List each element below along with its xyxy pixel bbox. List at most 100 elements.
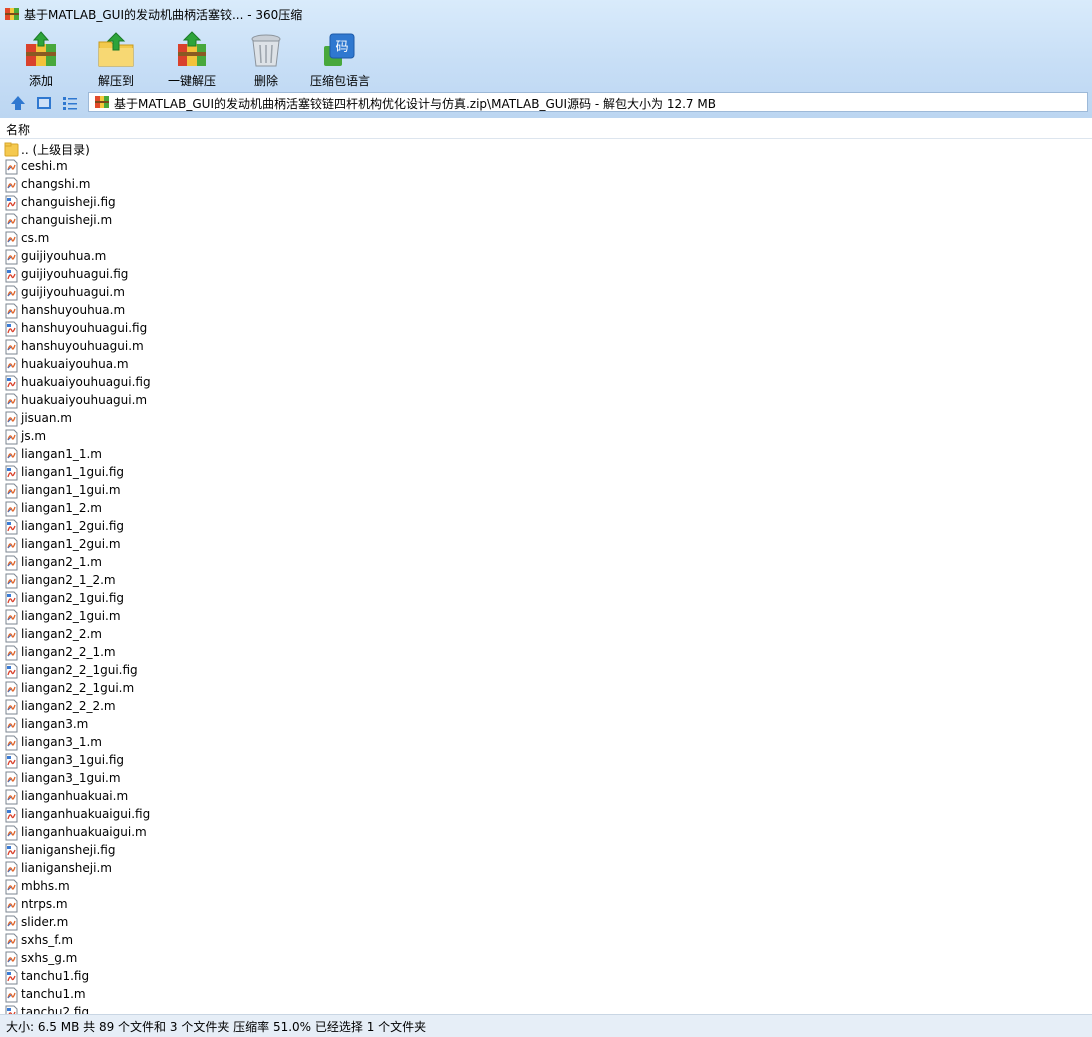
file-row[interactable]: cs.m <box>0 230 1092 248</box>
one-click-extract-button[interactable]: 一键解压 <box>164 30 220 88</box>
file-row[interactable]: liangan1_2gui.m <box>0 536 1092 554</box>
file-row[interactable]: liangan2_2_1gui.m <box>0 680 1092 698</box>
file-row[interactable]: tanchu1.m <box>0 986 1092 1004</box>
file-row[interactable]: guijiyouhua.m <box>0 248 1092 266</box>
m-file-icon <box>5 285 18 301</box>
file-row[interactable]: liangan2_2_1.m <box>0 644 1092 662</box>
extract-to-label: 解压到 <box>97 74 134 88</box>
file-row[interactable]: huakuaiyouhuagui.m <box>0 392 1092 410</box>
file-row[interactable]: liangan3_1gui.fig <box>0 752 1092 770</box>
file-name: hanshuyouhuagui.fig <box>21 321 148 335</box>
add-button[interactable]: 添加 <box>19 30 63 88</box>
file-row[interactable]: hanshuyouhuagui.m <box>0 338 1092 356</box>
file-row[interactable]: jisuan.m <box>0 410 1092 428</box>
file-row[interactable]: js.m <box>0 428 1092 446</box>
file-row[interactable]: lianganhuakuai.m <box>0 788 1092 806</box>
file-name: sxhs_f.m <box>21 933 74 947</box>
file-name: hanshuyouhuagui.m <box>21 339 144 353</box>
file-row[interactable]: lianigansheji.m <box>0 860 1092 878</box>
m-file-icon <box>5 573 18 589</box>
file-row[interactable]: changuisheji.m <box>0 212 1092 230</box>
fig-file-icon <box>5 663 18 679</box>
add-label: 添加 <box>28 74 53 88</box>
file-row[interactable]: changuisheji.fig <box>0 194 1092 212</box>
file-row[interactable]: liangan1_2.m <box>0 500 1092 518</box>
m-file-icon <box>5 897 18 913</box>
archive-language-label: 压缩包语言 <box>309 74 370 88</box>
file-name: .. (上级目录) <box>21 143 90 157</box>
m-file-icon <box>5 627 18 643</box>
fig-file-icon <box>5 375 18 391</box>
file-row[interactable]: liangan2_1.m <box>0 554 1092 572</box>
m-file-icon <box>5 771 18 787</box>
m-file-icon <box>5 879 18 895</box>
file-row[interactable]: changshi.m <box>0 176 1092 194</box>
window-chrome: 基于MATLAB_GUI的发动机曲柄活塞铰... - 360压缩 添加 解压到 <box>0 0 1092 119</box>
fig-file-icon <box>5 591 18 607</box>
file-row[interactable]: tanchu2.fig <box>0 1004 1092 1014</box>
file-name: jisuan.m <box>21 411 72 425</box>
file-row[interactable]: sxhs_f.m <box>0 932 1092 950</box>
file-name: tanchu2.fig <box>21 1005 90 1014</box>
file-row[interactable]: ceshi.m <box>0 158 1092 176</box>
file-row[interactable]: guijiyouhuagui.m <box>0 284 1092 302</box>
file-name: liangan1_1gui.fig <box>21 465 125 479</box>
file-name: lianganhuakuaigui.m <box>21 825 147 839</box>
path-bar[interactable]: 基于MATLAB_GUI的发动机曲柄活塞铰链四杆机构优化设计与仿真.zip\MA… <box>88 92 1088 112</box>
delete-button[interactable]: 删除 <box>242 30 290 88</box>
one-click-extract-label: 一键解压 <box>167 74 216 88</box>
list-view-icon[interactable] <box>60 93 80 113</box>
m-file-icon <box>5 681 18 697</box>
m-file-icon <box>5 555 18 571</box>
file-row[interactable]: liangan2_1gui.fig <box>0 590 1092 608</box>
file-row[interactable]: lianganhuakuaigui.m <box>0 824 1092 842</box>
file-name: liangan2_2.m <box>21 627 102 641</box>
file-row[interactable]: sxhs_g.m <box>0 950 1092 968</box>
status-text: 大小: 6.5 MB 共 89 个文件和 3 个文件夹 压缩率 51.0% 已经… <box>6 1020 427 1034</box>
m-file-icon <box>5 915 18 931</box>
file-row[interactable]: slider.m <box>0 914 1092 932</box>
extract-to-button[interactable]: 解压到 <box>92 30 140 88</box>
m-file-icon <box>5 825 18 841</box>
file-name: tanchu1.fig <box>21 969 90 983</box>
file-name: slider.m <box>21 915 69 929</box>
file-row[interactable]: liangan3_1.m <box>0 734 1092 752</box>
m-file-icon <box>5 429 18 445</box>
parent-directory-row[interactable]: .. (上级目录) <box>0 140 1092 158</box>
file-row[interactable]: liangan1_1.m <box>0 446 1092 464</box>
file-row[interactable]: liangan3_1gui.m <box>0 770 1092 788</box>
file-row[interactable]: huakuaiyouhuagui.fig <box>0 374 1092 392</box>
file-row[interactable]: liangan1_2gui.fig <box>0 518 1092 536</box>
file-row[interactable]: liangan2_1_2.m <box>0 572 1092 590</box>
file-row[interactable]: hanshuyouhuagui.fig <box>0 320 1092 338</box>
file-row[interactable]: lianganhuakuaigui.fig <box>0 806 1092 824</box>
file-row[interactable]: guijiyouhuagui.fig <box>0 266 1092 284</box>
m-file-icon <box>5 987 18 1003</box>
file-row[interactable]: liangan2_1gui.m <box>0 608 1092 626</box>
up-arrow-icon[interactable] <box>8 93 28 113</box>
file-row[interactable]: liangan3.m <box>0 716 1092 734</box>
file-name: js.m <box>21 429 47 443</box>
file-row[interactable]: mbhs.m <box>0 878 1092 896</box>
file-row[interactable]: liangan1_1gui.m <box>0 482 1092 500</box>
m-file-icon <box>5 537 18 553</box>
fig-file-icon <box>5 807 18 823</box>
file-row[interactable]: hanshuyouhua.m <box>0 302 1092 320</box>
file-row[interactable]: ntrps.m <box>0 896 1092 914</box>
thumbnail-view-icon[interactable] <box>34 93 54 113</box>
m-file-icon <box>5 483 18 499</box>
file-row[interactable]: tanchu1.fig <box>0 968 1092 986</box>
file-row[interactable]: huakuaiyouhua.m <box>0 356 1092 374</box>
trash-icon <box>251 34 281 67</box>
column-header-name[interactable]: 名称 <box>0 118 1092 139</box>
m-file-icon <box>5 213 18 229</box>
file-row[interactable]: lianigansheji.fig <box>0 842 1092 860</box>
fig-file-icon <box>5 465 18 481</box>
path-text: 基于MATLAB_GUI的发动机曲柄活塞铰链四杆机构优化设计与仿真.zip\MA… <box>114 97 716 111</box>
file-row[interactable]: liangan2_2_2.m <box>0 698 1092 716</box>
file-row[interactable]: liangan2_2_1gui.fig <box>0 662 1092 680</box>
extract-folder-icon <box>98 32 134 67</box>
file-row[interactable]: liangan2_2.m <box>0 626 1092 644</box>
file-row[interactable]: liangan1_1gui.fig <box>0 464 1092 482</box>
archive-language-button[interactable]: 码 压缩包语言 <box>306 30 374 88</box>
